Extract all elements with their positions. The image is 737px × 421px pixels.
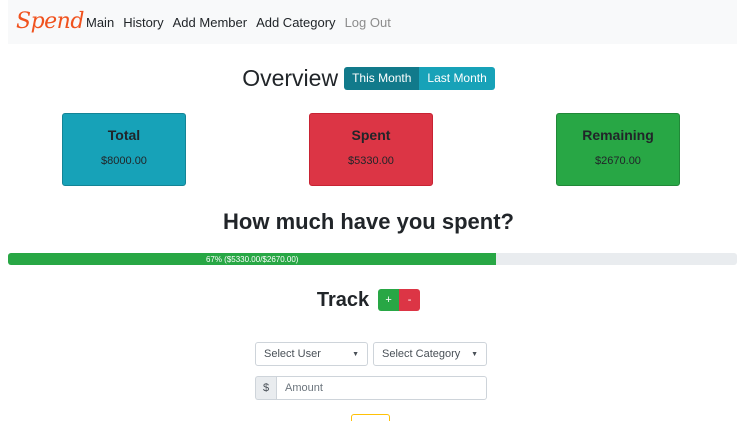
overview-title: Overview [242, 64, 339, 91]
nav-link-add-category[interactable]: Add Category [256, 15, 336, 30]
category-select-value: Select Category [382, 348, 461, 360]
remaining-card-title: Remaining [582, 127, 654, 143]
total-card-title: Total [107, 127, 141, 143]
remaining-card: Remaining $2670.00 [556, 113, 680, 186]
overview-header: Overview This Month Last Month [0, 62, 737, 94]
this-month-button[interactable]: This Month [344, 66, 420, 90]
spending-progress-bar: 67% ($5330.00/$2670.00) [8, 253, 497, 265]
spent-card-value: $5330.00 [348, 155, 394, 167]
spent-card: Spent $5330.00 [309, 113, 433, 186]
amount-input-group: $ [255, 376, 487, 400]
spending-question: How much have you spent? [223, 209, 514, 234]
user-select-value: Select User [264, 348, 321, 360]
user-select[interactable]: Select User ▼ [255, 342, 368, 366]
spending-progress-label: 67% ($5330.00/$2670.00) [205, 254, 299, 264]
spending-progress: 67% ($5330.00/$2670.00) [8, 253, 737, 265]
remove-expense-button[interactable]: - [399, 289, 421, 311]
submit-button[interactable] [351, 414, 390, 421]
nav-link-history[interactable]: History [123, 15, 163, 30]
total-card: Total $8000.00 [62, 113, 186, 186]
currency-addon: $ [255, 376, 276, 400]
brand-logo[interactable]: Spend [8, 0, 86, 44]
nav-link-log-out[interactable]: Log Out [345, 15, 391, 30]
month-toggle: This Month Last Month [344, 66, 495, 90]
add-expense-button[interactable]: + [378, 289, 400, 311]
navbar: Spend Main History Add Member Add Catego… [8, 0, 737, 44]
brand-name: Spend [16, 9, 84, 34]
total-card-value: $8000.00 [101, 155, 147, 167]
spent-card-title: Spent [351, 127, 391, 143]
amount-input[interactable] [276, 376, 487, 400]
last-month-button[interactable]: Last Month [419, 66, 495, 90]
chevron-down-icon: ▼ [352, 350, 359, 358]
track-title: Track [316, 288, 370, 311]
category-select[interactable]: Select Category ▼ [373, 342, 487, 366]
chevron-down-icon: ▼ [471, 350, 478, 358]
nav-link-main[interactable]: Main [86, 15, 114, 30]
nav-link-add-member[interactable]: Add Member [173, 15, 247, 30]
remaining-card-value: $2670.00 [595, 155, 641, 167]
track-header: Track + - [0, 287, 737, 313]
